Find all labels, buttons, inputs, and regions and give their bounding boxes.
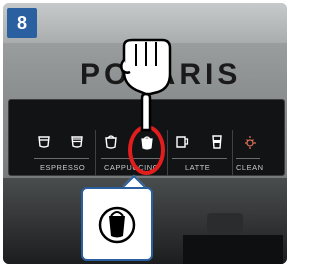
latte-mug-icon[interactable] bbox=[175, 134, 189, 150]
instruction-figure: POLARIS 8 ES bbox=[0, 0, 290, 267]
machine-top-surface bbox=[3, 3, 287, 43]
clean-sparkle-icon[interactable] bbox=[244, 134, 258, 150]
panel-divider bbox=[232, 130, 233, 176]
espresso-group-line bbox=[34, 158, 89, 159]
latte-group-line bbox=[172, 158, 227, 159]
clean-group-line bbox=[236, 158, 260, 159]
panel-divider bbox=[95, 130, 96, 176]
label-clean: CLEAN bbox=[236, 163, 264, 172]
panel-divider bbox=[167, 130, 168, 176]
pointing-hand-icon bbox=[120, 38, 172, 132]
step-number-badge: 8 bbox=[7, 8, 37, 38]
label-espresso: ESPRESSO bbox=[40, 163, 86, 172]
steam-nozzle bbox=[207, 213, 243, 233]
label-latte: LATTE bbox=[185, 163, 211, 172]
drip-tray bbox=[183, 235, 283, 264]
espresso-double-cup-icon[interactable] bbox=[70, 134, 84, 150]
zoom-callout bbox=[81, 187, 153, 261]
cappuccino-double-cup-zoom-icon bbox=[98, 206, 136, 244]
cappuccino-single-cup-icon[interactable] bbox=[104, 134, 118, 150]
espresso-single-cup-icon[interactable] bbox=[37, 134, 51, 150]
latte-glass-icon[interactable] bbox=[210, 134, 224, 150]
